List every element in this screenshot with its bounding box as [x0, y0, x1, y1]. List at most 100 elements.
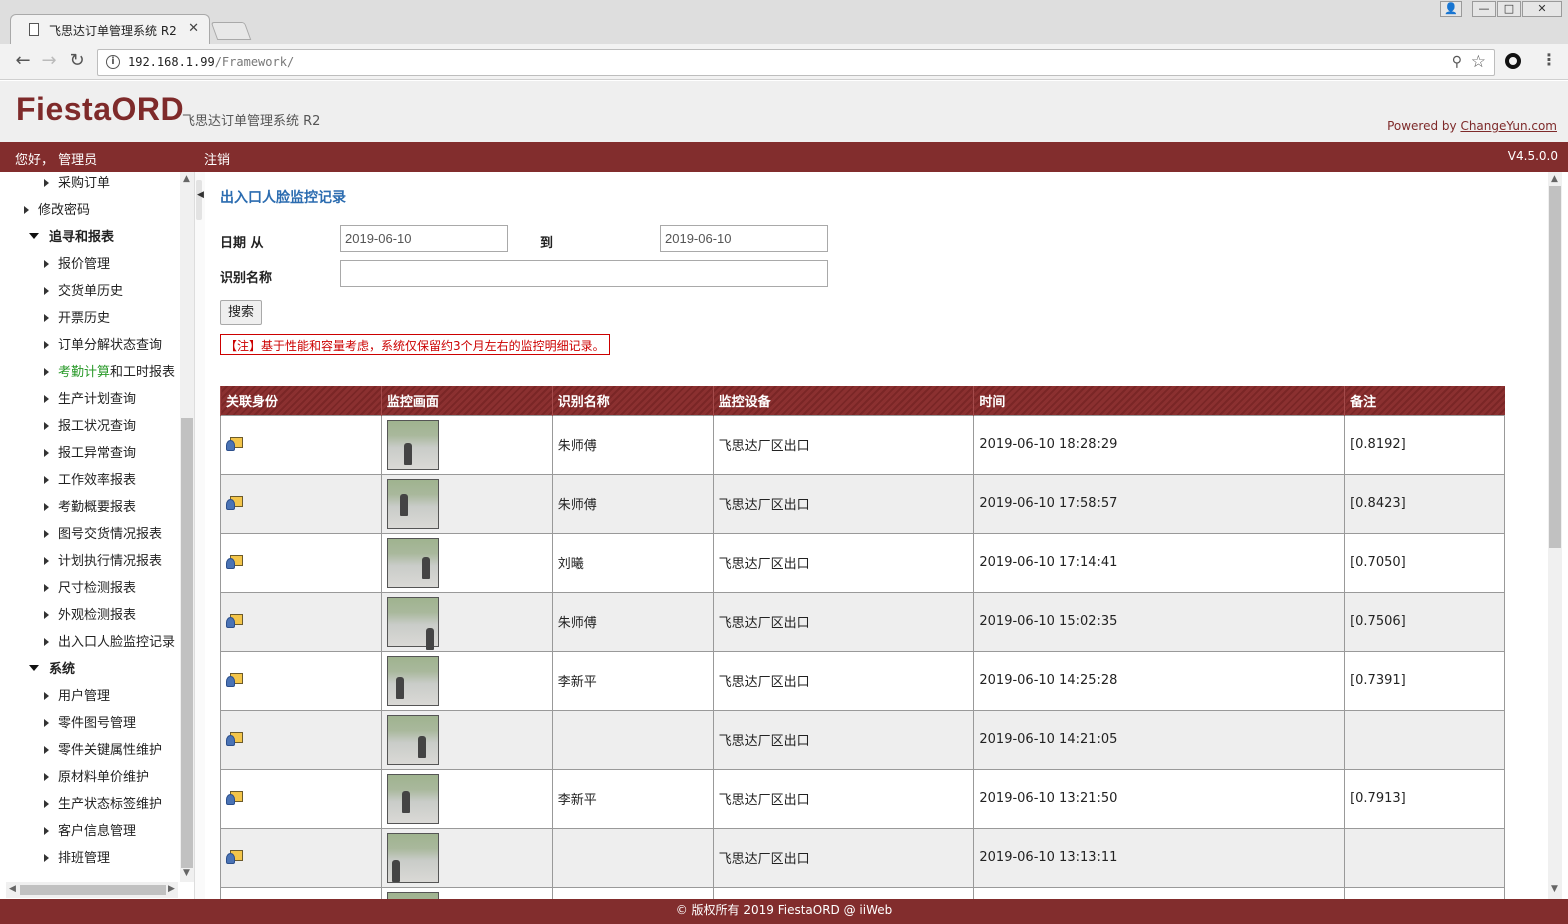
logout-link[interactable]: 注销 — [204, 149, 230, 168]
close-window-button[interactable]: ✕ — [1522, 1, 1562, 17]
table-row — [220, 886, 1505, 899]
scrollbar-thumb[interactable] — [181, 418, 193, 868]
scrollbar-thumb[interactable] — [1549, 186, 1561, 548]
sidebar-item[interactable]: 报工异常查询 — [44, 442, 136, 461]
sidebar-item[interactable]: 工作效率报表 — [44, 469, 136, 488]
identity-card-icon[interactable] — [226, 435, 244, 451]
table-header-row: 关联身份 监控画面 识别名称 监控设备 时间 备注 — [220, 386, 1505, 415]
sidebar-item[interactable]: 报工状况查询 — [44, 415, 136, 434]
remark-cell: [0.8423] — [1344, 473, 1505, 534]
scroll-right-icon[interactable]: ▶ — [168, 884, 175, 894]
identity-card-icon[interactable] — [226, 553, 244, 569]
main-vertical-scrollbar[interactable]: ▲ ▼ — [1548, 172, 1562, 899]
sidebar-item[interactable]: 考勤计算和工时报表 — [44, 361, 175, 380]
sidebar-item[interactable]: 生产计划查询 — [44, 388, 136, 407]
sidebar-horizontal-scrollbar[interactable]: ◀ ▶ — [6, 882, 178, 898]
sidebar-group[interactable]: 追寻和报表 — [29, 226, 114, 245]
col-header-name[interactable]: 识别名称 — [551, 386, 714, 415]
browser-menu-icon[interactable]: ⋮ — [1541, 50, 1557, 69]
date-from-input[interactable] — [340, 225, 508, 252]
sidebar-item[interactable]: 图号交货情况报表 — [44, 523, 162, 542]
splitter-handle[interactable] — [196, 180, 202, 220]
sidebar-item-active[interactable]: 出入口人脸监控记录 — [44, 631, 175, 650]
scroll-up-icon[interactable]: ▲ — [183, 174, 190, 184]
sidebar-item[interactable]: 生产状态标签维护 — [44, 793, 162, 812]
snapshot-image[interactable] — [386, 478, 439, 529]
sidebar-item[interactable]: 订单分解状态查询 — [44, 334, 162, 353]
extension-icon[interactable] — [1505, 53, 1521, 69]
sidebar-item[interactable]: 原材料单价维护 — [44, 766, 149, 785]
identity-card-icon[interactable] — [226, 612, 244, 628]
identity-card-icon[interactable] — [226, 789, 244, 805]
recognition-name-input[interactable] — [340, 260, 828, 287]
snapshot-image[interactable] — [386, 714, 439, 765]
tab-close-icon[interactable]: ✕ — [188, 21, 199, 36]
identity-card-icon[interactable] — [226, 494, 244, 510]
reload-icon[interactable]: ↻ — [66, 50, 88, 72]
collapse-sidebar-icon[interactable]: ◀ — [197, 190, 204, 200]
sidebar-item[interactable]: 采购订单 — [44, 172, 110, 191]
col-header-device[interactable]: 监控设备 — [712, 386, 974, 415]
snapshot-image[interactable] — [386, 655, 439, 706]
sidebar-item[interactable]: 报价管理 — [44, 253, 110, 272]
sidebar-item[interactable]: 用户管理 — [44, 685, 110, 704]
forward-icon[interactable]: → — [38, 50, 60, 72]
greeting: 您好， 管理员 — [15, 153, 98, 168]
sidebar-vertical-scrollbar[interactable]: ▲ ▼ — [180, 172, 194, 882]
snapshot-image[interactable] — [386, 537, 439, 588]
snapshot-image[interactable] — [386, 596, 439, 650]
scroll-down-icon[interactable]: ▼ — [183, 868, 190, 878]
powered-by-link[interactable]: ChangeYun.com — [1460, 119, 1557, 133]
back-icon[interactable]: ← — [12, 50, 34, 72]
col-header-time[interactable]: 时间 — [973, 386, 1345, 415]
snapshot-image[interactable] — [386, 419, 439, 470]
sidebar-item[interactable]: 外观检测报表 — [44, 604, 136, 623]
minimize-button[interactable]: — — [1472, 1, 1496, 17]
scroll-up-icon[interactable]: ▲ — [1551, 174, 1558, 184]
sidebar-splitter[interactable]: ◀ — [195, 172, 205, 899]
address-bar[interactable]: i 192.168.1.99/Framework/ ⚲ ☆ — [97, 49, 1495, 76]
new-tab-button[interactable] — [210, 22, 252, 40]
scrollbar-thumb[interactable] — [20, 885, 166, 895]
expand-arrow-icon — [44, 773, 49, 781]
snapshot-image[interactable] — [386, 832, 439, 883]
app-subtitle: 飞思达订单管理系统 R2 — [182, 114, 321, 129]
sidebar-item[interactable]: 交货单历史 — [44, 280, 123, 299]
sidebar-item[interactable]: 考勤概要报表 — [44, 496, 136, 515]
name-cell — [551, 709, 714, 770]
snapshot-image[interactable] — [386, 891, 439, 899]
device-cell: 飞思达厂区出口 — [712, 768, 975, 829]
name-cell: 朱师傅 — [551, 591, 714, 652]
date-to-label: 到 — [540, 236, 554, 251]
remark-cell — [1344, 886, 1505, 899]
sidebar-item[interactable]: 修改密码 — [24, 199, 90, 218]
identity-card-icon[interactable] — [226, 730, 244, 746]
date-to-input[interactable] — [660, 225, 828, 252]
sidebar-item[interactable]: 开票历史 — [44, 307, 110, 326]
profile-icon[interactable]: 👤 — [1440, 1, 1462, 17]
url-text[interactable]: 192.168.1.99/Framework/ — [128, 55, 294, 69]
pin-icon[interactable]: ⚲ — [1452, 54, 1462, 70]
scroll-down-icon[interactable]: ▼ — [1551, 884, 1558, 894]
site-info-icon[interactable]: i — [106, 55, 120, 69]
col-header-snapshot[interactable]: 监控画面 — [380, 386, 553, 415]
sidebar-item[interactable]: 排班管理 — [44, 847, 110, 866]
tab-title: 飞思达订单管理系统 R2 — [49, 24, 177, 38]
search-button[interactable]: 搜索 — [220, 300, 262, 325]
snapshot-image[interactable] — [386, 773, 439, 824]
browser-tab[interactable]: 飞思达订单管理系统 R2 ✕ — [10, 14, 210, 45]
bookmark-star-icon[interactable]: ☆ — [1471, 52, 1486, 72]
col-header-identity[interactable]: 关联身份 — [220, 386, 382, 415]
sidebar-item[interactable]: 计划执行情况报表 — [44, 550, 162, 569]
sidebar-item[interactable]: 客户信息管理 — [44, 820, 136, 839]
records-table: 关联身份 监控画面 识别名称 监控设备 时间 备注 朱师傅 飞思达厂区出口 20… — [220, 386, 1505, 899]
sidebar-group[interactable]: 系统 — [29, 658, 75, 677]
col-header-remark[interactable]: 备注 — [1344, 386, 1505, 415]
scroll-left-icon[interactable]: ◀ — [9, 884, 16, 894]
sidebar-item[interactable]: 零件图号管理 — [44, 712, 136, 731]
identity-card-icon[interactable] — [226, 671, 244, 687]
sidebar-item[interactable]: 尺寸检测报表 — [44, 577, 136, 596]
sidebar-item[interactable]: 零件关键属性维护 — [44, 739, 162, 758]
identity-card-icon[interactable] — [226, 848, 244, 864]
maximize-button[interactable]: □ — [1497, 1, 1521, 17]
